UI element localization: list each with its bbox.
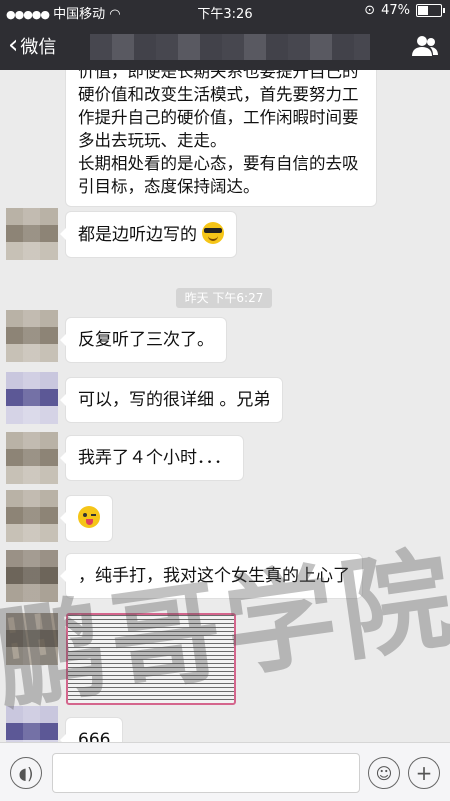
message-bubble-long[interactable]: 价值，即使是长期关系也要提升自己的硬价值和改变生活模式，首先要努力工作提升自己的… bbox=[66, 70, 376, 206]
lock-rotation-icon: ⊙ bbox=[364, 3, 376, 18]
battery-percent: 47% bbox=[381, 3, 410, 18]
tongue-emoji-icon bbox=[78, 506, 100, 528]
avatar[interactable] bbox=[6, 613, 58, 665]
smiley-icon: ☺ bbox=[375, 763, 393, 783]
message-bubble[interactable]: 可以，写的很详细 。兄弟 bbox=[59, 378, 283, 422]
message-text: 价值，即使是长期关系也要提升自己的硬价值和改变生活模式，首先要努力工作提升自己的… bbox=[78, 70, 359, 196]
message-bubble[interactable]: 666 bbox=[59, 718, 123, 742]
battery-icon bbox=[416, 4, 445, 17]
back-button[interactable]: ‹ 微信 bbox=[8, 22, 56, 70]
message-text: 我弄了４个小时．．． bbox=[78, 448, 231, 468]
timestamp-label: 昨天 下午6:27 bbox=[176, 288, 272, 308]
message-bubble[interactable] bbox=[60, 496, 112, 541]
chat-area[interactable]: 价值，即使是长期关系也要提升自己的硬价值和改变生活模式，首先要努力工作提升自己的… bbox=[0, 70, 450, 742]
message-bubble[interactable]: ，纯手打，我对这个女生真的上心了 bbox=[60, 554, 362, 598]
status-bar: ●●●●● 中国移动 ◠ 下午3:26 ⊙ 47% bbox=[0, 0, 450, 22]
message-bubble[interactable]: 反复听了三次了。 bbox=[60, 318, 226, 362]
emoji-button[interactable]: ☺ bbox=[368, 757, 400, 789]
avatar[interactable] bbox=[6, 550, 58, 602]
message-bubble[interactable]: 我弄了４个小时．．． bbox=[60, 436, 243, 480]
plus-icon: + bbox=[415, 761, 433, 785]
voice-icon: ◖) bbox=[18, 763, 34, 783]
avatar[interactable] bbox=[6, 310, 58, 362]
nav-bar: ‹ 微信 bbox=[0, 22, 450, 70]
input-bar: ◖) ☺ + bbox=[0, 742, 450, 801]
group-members-icon[interactable] bbox=[412, 34, 438, 58]
avatar[interactable] bbox=[6, 208, 58, 260]
message-text: ，纯手打，我对这个女生真的上心了 bbox=[78, 566, 350, 586]
chevron-left-icon: ‹ bbox=[8, 29, 19, 60]
chat-title-blurred bbox=[90, 34, 370, 60]
sunglasses-emoji-icon bbox=[202, 222, 225, 244]
message-text: 反复听了三次了。 bbox=[78, 330, 214, 350]
message-input[interactable] bbox=[52, 753, 360, 793]
message-text: 都是边听边写的 bbox=[78, 225, 197, 245]
back-label: 微信 bbox=[20, 37, 57, 58]
avatar[interactable] bbox=[6, 372, 58, 424]
image-message-thumbnail[interactable] bbox=[66, 613, 236, 705]
avatar[interactable] bbox=[6, 432, 58, 484]
voice-input-button[interactable]: ◖) bbox=[10, 757, 42, 789]
more-button[interactable]: + bbox=[408, 757, 440, 789]
message-text: 666 bbox=[78, 730, 111, 742]
message-bubble[interactable]: 都是边听边写的 bbox=[59, 212, 237, 257]
avatar[interactable] bbox=[6, 706, 58, 742]
avatar[interactable] bbox=[6, 490, 58, 542]
message-text: 可以，写的很详细 。兄弟 bbox=[78, 390, 271, 410]
status-right: ⊙ 47% bbox=[364, 3, 445, 18]
